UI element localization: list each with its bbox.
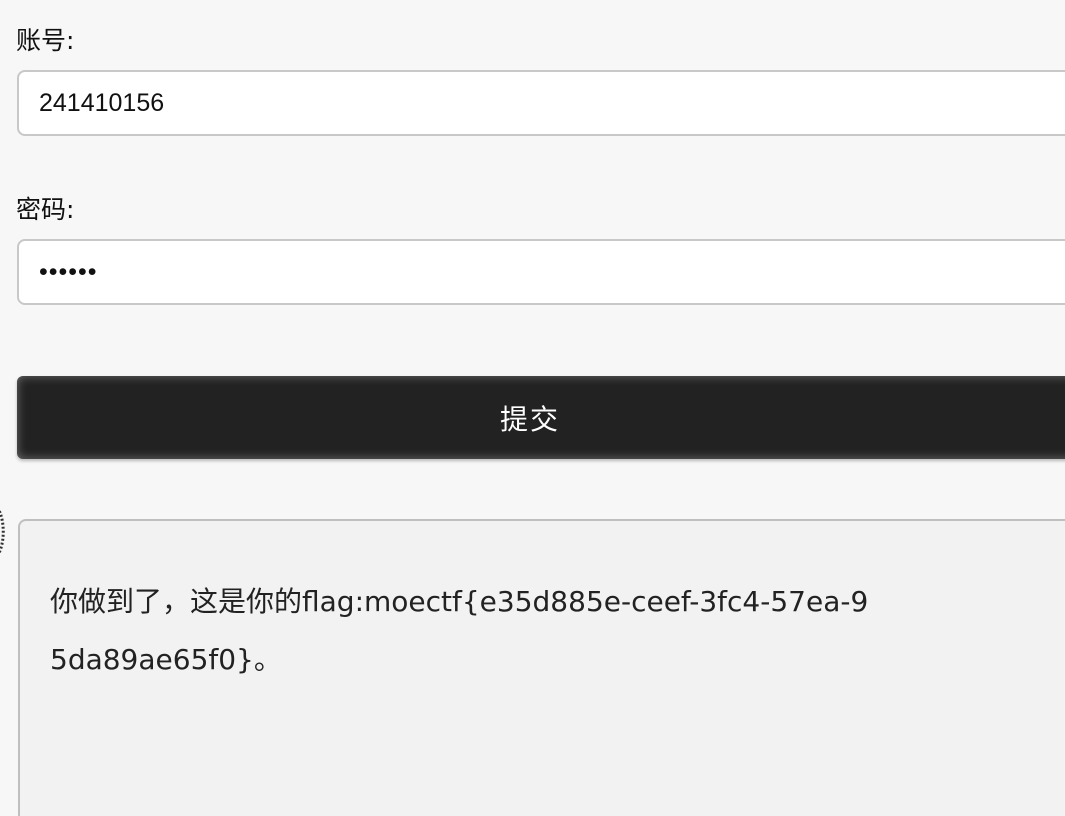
account-label: 账号: bbox=[16, 26, 75, 55]
login-page: 账号: 密码: 提交 你做到了，这是你的flag:moectf{e35d885e… bbox=[0, 0, 1065, 816]
flag-message: 你做到了，这是你的flag:moectf{e35d885e-ceef-3fc4-… bbox=[50, 585, 869, 676]
password-input[interactable] bbox=[17, 239, 1065, 305]
password-label: 密码: bbox=[16, 195, 75, 224]
submit-button[interactable]: 提交 bbox=[17, 376, 1065, 459]
mouse-cursor-icon bbox=[0, 509, 5, 554]
result-message-box: 你做到了，这是你的flag:moectf{e35d885e-ceef-3fc4-… bbox=[18, 519, 1065, 816]
account-input[interactable] bbox=[17, 70, 1065, 136]
